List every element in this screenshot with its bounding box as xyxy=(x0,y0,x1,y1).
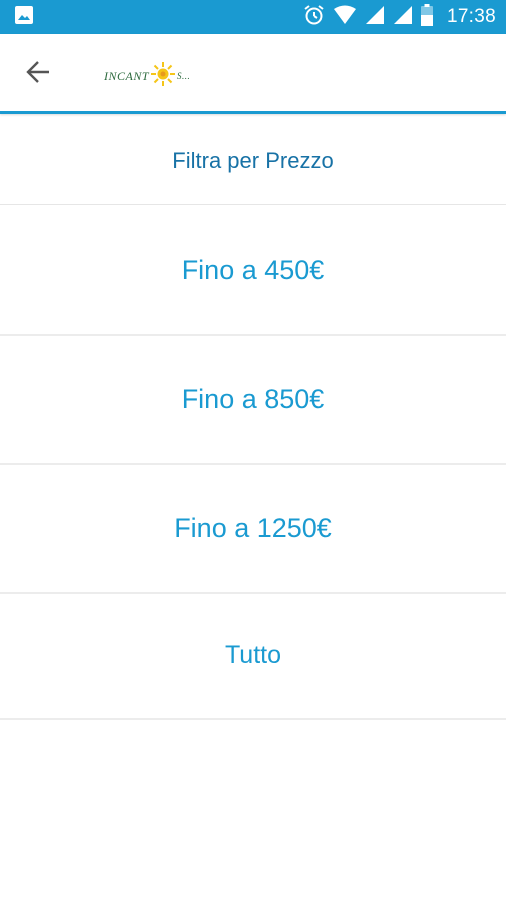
logo-suffix: S... xyxy=(177,71,191,81)
arrow-left-icon xyxy=(25,60,51,89)
status-bar: 17:38 xyxy=(0,0,506,34)
price-option-850[interactable]: Fino a 850€ xyxy=(0,335,506,465)
signal-icon xyxy=(365,5,385,30)
battery-icon xyxy=(420,3,433,31)
price-option-all[interactable]: Tutto xyxy=(0,593,506,720)
signal-icon xyxy=(393,5,413,30)
filter-title: Filtra per Prezzo xyxy=(0,117,506,205)
app-logo: INCANT S... xyxy=(104,60,216,92)
wifi-icon xyxy=(333,5,357,30)
image-icon xyxy=(14,5,34,30)
alarm-icon xyxy=(303,4,325,31)
sun-icon xyxy=(150,61,176,92)
status-time: 17:38 xyxy=(446,6,496,27)
price-option-450[interactable]: Fino a 450€ xyxy=(0,206,506,336)
logo-text: INCANT xyxy=(104,68,150,83)
price-option-1250[interactable]: Fino a 1250€ xyxy=(0,464,506,594)
app-bar: INCANT S... xyxy=(0,34,506,114)
back-button[interactable] xyxy=(18,54,58,94)
